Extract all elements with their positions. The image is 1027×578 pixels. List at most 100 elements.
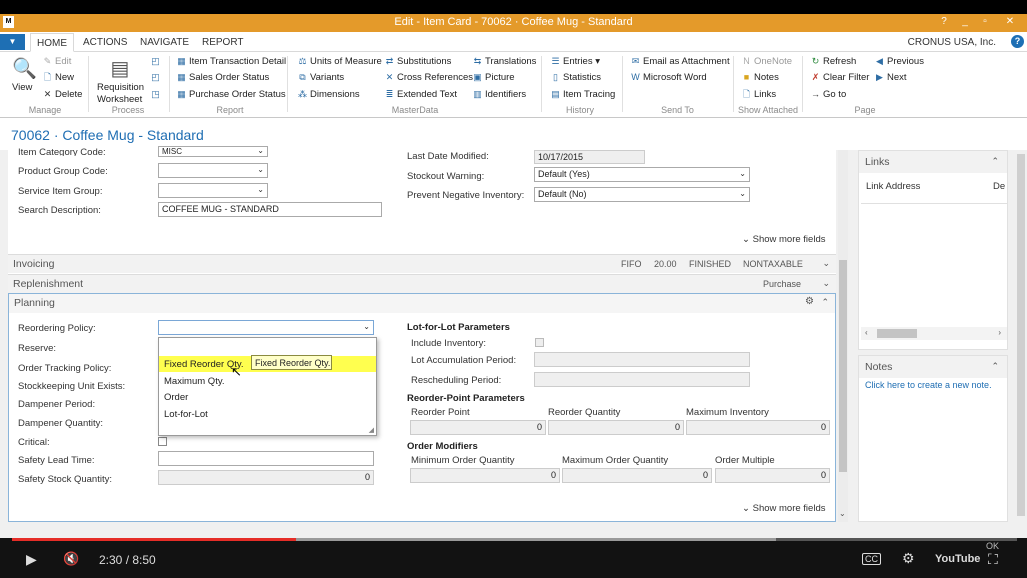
video-progress-bar[interactable] <box>12 538 1017 541</box>
refresh-button[interactable]: ↻ Refresh <box>810 55 857 68</box>
item-category-field[interactable]: MISC ⌄ <box>158 146 268 157</box>
view-button[interactable]: View <box>12 82 32 94</box>
help-icon[interactable]: ? <box>1011 35 1024 48</box>
onenote-button[interactable]: N OneNote <box>741 55 792 68</box>
resize-grip-icon[interactable]: ◢ <box>369 426 374 434</box>
process-icon-3[interactable]: ◳ <box>150 88 163 101</box>
show-more-fields-planning[interactable]: ⌄ Show more fields <box>742 503 825 514</box>
stockout-warning-select[interactable]: Default (Yes) ⌄ <box>534 167 750 182</box>
product-group-select[interactable]: ⌄ <box>158 163 268 178</box>
critical-checkbox[interactable] <box>158 437 167 446</box>
show-more-fields-general[interactable]: ⌄ Show more fields <box>742 234 825 245</box>
chevron-up-icon[interactable]: ⌃ <box>991 361 999 372</box>
scroll-right-icon[interactable]: › <box>998 328 1001 337</box>
minimum-order-quantity-field[interactable]: 0 <box>410 468 560 483</box>
prevent-negative-select[interactable]: Default (No) ⌄ <box>534 187 750 202</box>
create-note-link[interactable]: Click here to create a new note. <box>865 380 992 390</box>
restore-icon[interactable]: ▫ <box>978 16 992 27</box>
links-hscrollbar-thumb[interactable] <box>877 329 917 338</box>
factbox-scrollbar[interactable] <box>1016 150 1026 528</box>
substitutions-button[interactable]: ⇄ Substitutions <box>384 55 452 68</box>
scroll-left-icon[interactable]: ‹ <box>865 328 868 337</box>
next-button[interactable]: ▶ Next <box>874 71 907 84</box>
chevron-up-icon[interactable]: ⌃ <box>821 297 829 308</box>
rescheduling-period-field[interactable] <box>534 372 750 387</box>
order-multiple-field[interactable]: 0 <box>715 468 830 483</box>
chevron-down-icon[interactable]: ⌄ <box>257 147 264 155</box>
replenishment-section-header[interactable]: Replenishment Purchase ⌄ <box>8 274 836 293</box>
main-scrollbar-thumb[interactable] <box>839 260 847 472</box>
service-item-group-select[interactable]: ⌄ <box>158 183 268 198</box>
links-factbox-header[interactable]: Links ⌃ <box>859 151 1007 173</box>
tab-navigate[interactable]: NAVIGATE <box>140 37 189 48</box>
cross-references-button[interactable]: ✕ Cross References <box>384 71 473 84</box>
identifiers-button[interactable]: ▥ Identifiers <box>472 88 526 101</box>
chevron-up-icon[interactable]: ⌃ <box>991 156 999 167</box>
fullscreen-icon[interactable]: ⛶ <box>988 551 998 568</box>
dimensions-button[interactable]: ⁂ Dimensions <box>297 88 360 101</box>
maximum-inventory-field[interactable]: 0 <box>686 420 830 435</box>
invoicing-section-header[interactable]: Invoicing FIFO 20.00 FINISHED NONTAXABLE… <box>8 254 836 273</box>
tab-report[interactable]: REPORT <box>202 37 244 48</box>
reorder-quantity-field[interactable]: 0 <box>548 420 684 435</box>
requisition-worksheet-button[interactable]: Requisition Worksheet <box>97 82 144 106</box>
extended-text-button[interactable]: ≣ Extended Text <box>384 88 457 101</box>
chevron-down-icon[interactable]: ⌄ <box>363 322 370 331</box>
reorder-point-field[interactable]: 0 <box>410 420 546 435</box>
settings-gear-icon[interactable]: ⚙ <box>805 296 814 307</box>
email-as-attachment-button[interactable]: ✉ Email as Attachment <box>630 55 730 68</box>
previous-button[interactable]: ◀ Previous <box>874 55 924 68</box>
new-button[interactable]: 🗋 New <box>42 71 74 84</box>
chevron-down-icon[interactable]: ⌄ <box>822 278 830 289</box>
process-icon-1[interactable]: ◰ <box>150 55 163 68</box>
report-item-transaction-detail[interactable]: ▦ Item Transaction Detail <box>176 55 286 68</box>
delete-button[interactable]: ✕ Delete <box>42 88 83 101</box>
chevron-down-icon[interactable]: ⌄ <box>257 165 264 174</box>
reordering-policy-select[interactable]: ⌄ <box>158 320 374 335</box>
variants-button[interactable]: ⧉ Variants <box>297 71 344 84</box>
tab-home[interactable]: HOME <box>30 33 74 52</box>
captions-icon[interactable]: CC <box>862 553 881 565</box>
mute-icon[interactable]: 🔇 <box>63 551 79 567</box>
notes-button[interactable]: ■ Notes <box>741 71 779 84</box>
statistics-button[interactable]: ▯ Statistics <box>550 71 601 84</box>
ok-button-under[interactable]: OK <box>986 541 999 551</box>
planning-section-header[interactable]: Planning ⚙ ⌃ <box>9 294 835 313</box>
factbox-scrollbar-thumb[interactable] <box>1017 154 1025 516</box>
tab-actions[interactable]: ACTIONS <box>83 37 127 48</box>
help-window-icon[interactable]: ? <box>937 16 951 27</box>
chevron-down-icon[interactable]: ⌄ <box>739 189 746 198</box>
picture-button[interactable]: ▣ Picture <box>472 71 514 84</box>
youtube-logo[interactable]: YouTube <box>935 553 980 565</box>
chevron-down-icon[interactable]: ⌄ <box>739 169 746 178</box>
scroll-down-icon[interactable]: ⌄ <box>839 509 846 518</box>
dropdown-option-order[interactable]: Order <box>159 389 376 405</box>
lot-accumulation-period-field[interactable] <box>534 352 750 367</box>
go-to-button[interactable]: → Go to <box>810 88 846 101</box>
dropdown-option-blank[interactable] <box>159 340 376 354</box>
include-inventory-checkbox[interactable] <box>535 338 544 347</box>
app-menu-icon[interactable]: ▼ <box>0 34 25 50</box>
report-sales-order-status[interactable]: ▦ Sales Order Status <box>176 71 269 84</box>
minimize-icon[interactable]: _ <box>958 16 972 27</box>
maximum-order-quantity-field[interactable]: 0 <box>562 468 712 483</box>
chevron-down-icon[interactable]: ⌄ <box>822 258 830 269</box>
settings-hd-icon[interactable]: ⚙ <box>902 550 915 567</box>
edit-button[interactable]: ✎ Edit <box>42 55 72 68</box>
translations-button[interactable]: ⇆ Translations <box>472 55 537 68</box>
clear-filter-button[interactable]: ✗ Clear Filter <box>810 71 870 84</box>
report-purchase-order-status[interactable]: ▦ Purchase Order Status <box>176 88 285 101</box>
main-scrollbar[interactable]: ⌄ <box>838 150 848 522</box>
entries-button[interactable]: ☰ Entries ▾ <box>550 55 600 68</box>
dropdown-option-maximum-qty[interactable]: Maximum Qty. <box>159 373 376 389</box>
play-icon[interactable]: ▶ <box>26 551 37 568</box>
links-button[interactable]: 🗋 Links <box>741 88 776 101</box>
units-of-measure-button[interactable]: ⚖ Units of Measure <box>297 55 381 68</box>
notes-factbox-header[interactable]: Notes ⌃ <box>859 356 1007 378</box>
chevron-down-icon[interactable]: ⌄ <box>257 185 264 194</box>
safety-lead-time-field[interactable] <box>158 451 374 466</box>
links-hscrollbar[interactable]: ‹ › <box>861 327 1007 340</box>
search-description-field[interactable]: COFFEE MUG - STANDARD <box>158 202 382 217</box>
microsoft-word-button[interactable]: W Microsoft Word <box>630 71 706 84</box>
process-icon-2[interactable]: ◰ <box>150 71 163 84</box>
